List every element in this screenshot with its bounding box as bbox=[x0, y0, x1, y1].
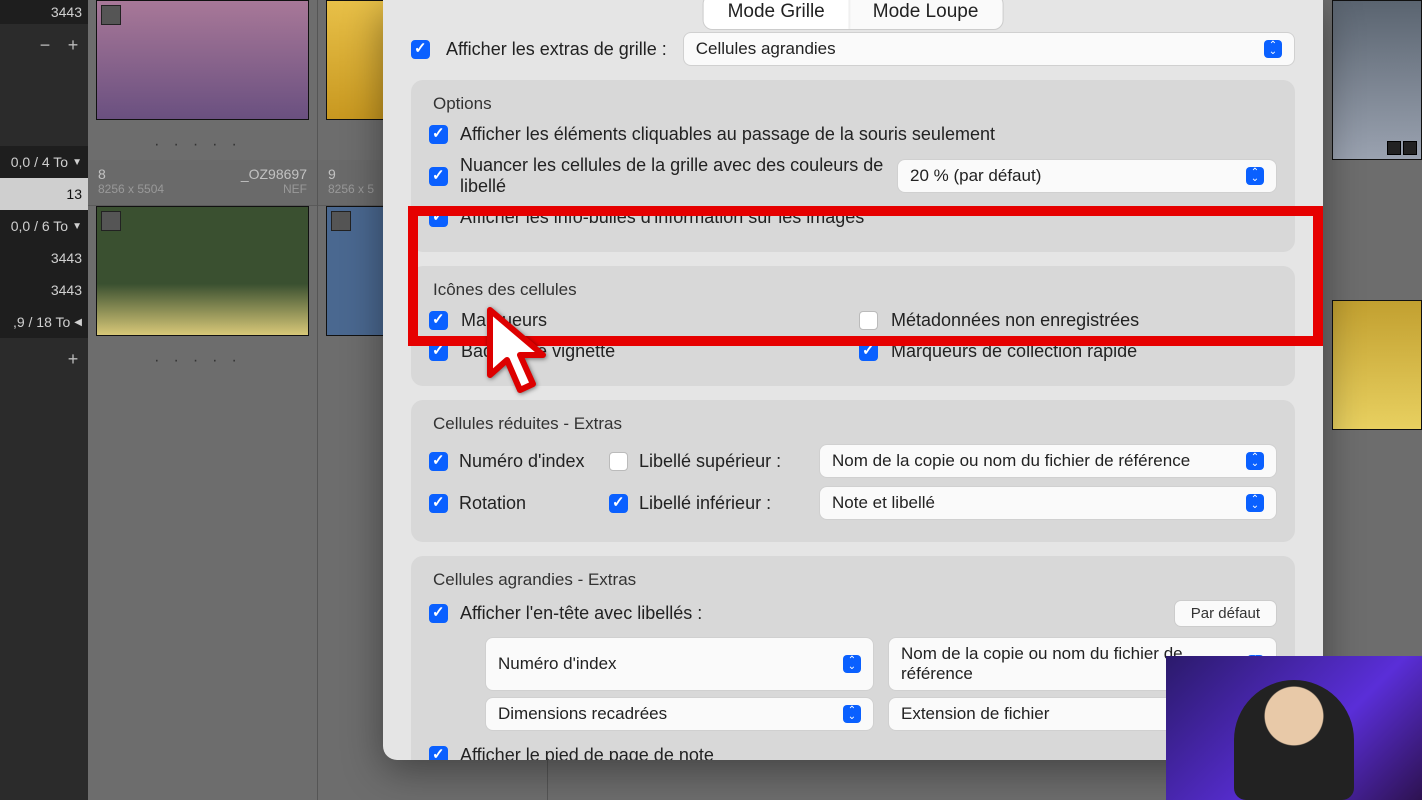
checkbox-rotation[interactable] bbox=[429, 494, 448, 513]
thumbnail[interactable] bbox=[96, 206, 309, 336]
checkbox-clickable-hover[interactable] bbox=[429, 125, 448, 144]
volume-row-2[interactable]: 0,0 / 6 To▼ bbox=[0, 210, 88, 242]
left-panel: 3443 −+ 0,0 / 4 To▼ 13 0,0 / 6 To▼ 3443 … bbox=[0, 0, 88, 800]
default-button[interactable]: Par défaut bbox=[1174, 600, 1277, 627]
rating-dots[interactable]: ····· bbox=[88, 130, 317, 160]
section-cell-icons: Icônes des cellules Marqueurs Métadonnée… bbox=[411, 266, 1295, 386]
checkbox-show-header[interactable] bbox=[429, 604, 448, 623]
thumbnail-right-2[interactable] bbox=[1332, 300, 1422, 430]
plus-icon[interactable]: + bbox=[64, 349, 82, 370]
tab-grid-mode[interactable]: Mode Grille bbox=[704, 0, 849, 29]
section-title: Cellules agrandies - Extras bbox=[429, 570, 1277, 590]
count-row-2: 3443 bbox=[0, 274, 88, 306]
chevron-updown-icon bbox=[1264, 40, 1282, 58]
section-compact-cells: Cellules réduites - Extras Numéro d'inde… bbox=[411, 400, 1295, 542]
checkbox-show-footer[interactable] bbox=[429, 746, 448, 760]
chevron-updown-icon bbox=[843, 705, 861, 723]
panel-count: 3443 bbox=[0, 0, 88, 24]
view-options-dialog: Mode Grille Mode Loupe Afficher les extr… bbox=[383, 0, 1323, 760]
section-options: Options Afficher les éléments cliquables… bbox=[411, 80, 1295, 252]
checkbox-bottom-label[interactable] bbox=[609, 494, 628, 513]
volume-row-3[interactable]: ,9 / 18 To◀ bbox=[0, 306, 88, 338]
checkbox-unsaved-metadata[interactable] bbox=[859, 311, 878, 330]
segmented-control[interactable]: Mode Grille Mode Loupe bbox=[703, 0, 1004, 30]
stack-badge-icon bbox=[331, 211, 351, 231]
checkbox-flags[interactable] bbox=[429, 311, 448, 330]
stack-badge-icon bbox=[101, 5, 121, 25]
volume-row-1[interactable]: 0,0 / 4 To▼ bbox=[0, 146, 88, 178]
section-expanded-cells: Cellules agrandies - Extras Afficher l'e… bbox=[411, 556, 1295, 760]
minus-icon[interactable]: − bbox=[36, 35, 54, 56]
presenter bbox=[1234, 680, 1354, 800]
count-row: 3443 bbox=[0, 242, 88, 274]
section-title: Icônes des cellules bbox=[429, 280, 1277, 300]
thumbnail[interactable] bbox=[96, 0, 309, 120]
checkbox-quick-collection[interactable] bbox=[859, 342, 878, 361]
rating-dots[interactable]: ····· bbox=[88, 346, 317, 376]
select-top-label[interactable]: Nom de la copie ou nom du fichier de réf… bbox=[819, 444, 1277, 478]
cell-header: 88256 x 5504 _OZ98697NEF bbox=[88, 160, 317, 206]
checkbox-tint-cells[interactable] bbox=[429, 167, 448, 186]
webcam-overlay bbox=[1166, 656, 1422, 800]
section-title: Options bbox=[429, 94, 1277, 114]
checkbox-thumbnail-badges[interactable] bbox=[429, 342, 448, 361]
select-grid-extras[interactable]: Cellules agrandies bbox=[683, 32, 1295, 66]
label-show-grid-extras: Afficher les extras de grille : bbox=[446, 39, 667, 60]
volume-count-1: 13 bbox=[0, 178, 88, 210]
chevron-updown-icon bbox=[1246, 167, 1264, 185]
zoom-controls-2[interactable]: + bbox=[0, 338, 88, 380]
checkbox-top-label[interactable] bbox=[609, 452, 628, 471]
zoom-controls[interactable]: −+ bbox=[0, 24, 88, 66]
checkbox-tooltips[interactable] bbox=[429, 208, 448, 227]
chevron-updown-icon bbox=[843, 655, 861, 673]
section-title: Cellules réduites - Extras bbox=[429, 414, 1277, 434]
chevron-updown-icon bbox=[1246, 452, 1264, 470]
stack-badge-icon bbox=[101, 211, 121, 231]
plus-icon[interactable]: + bbox=[64, 35, 82, 56]
checkbox-index-number[interactable] bbox=[429, 452, 448, 471]
select-header-1[interactable]: Numéro d'index bbox=[485, 637, 874, 691]
thumbnail-right[interactable] bbox=[1332, 0, 1422, 160]
select-header-3[interactable]: Dimensions recadrées bbox=[485, 697, 874, 731]
checkbox-show-grid-extras[interactable] bbox=[411, 40, 430, 59]
chevron-updown-icon bbox=[1246, 494, 1264, 512]
tab-loupe-mode[interactable]: Mode Loupe bbox=[849, 0, 1003, 29]
select-tint-percent[interactable]: 20 % (par défaut) bbox=[897, 159, 1277, 193]
select-bottom-label[interactable]: Note et libellé bbox=[819, 486, 1277, 520]
